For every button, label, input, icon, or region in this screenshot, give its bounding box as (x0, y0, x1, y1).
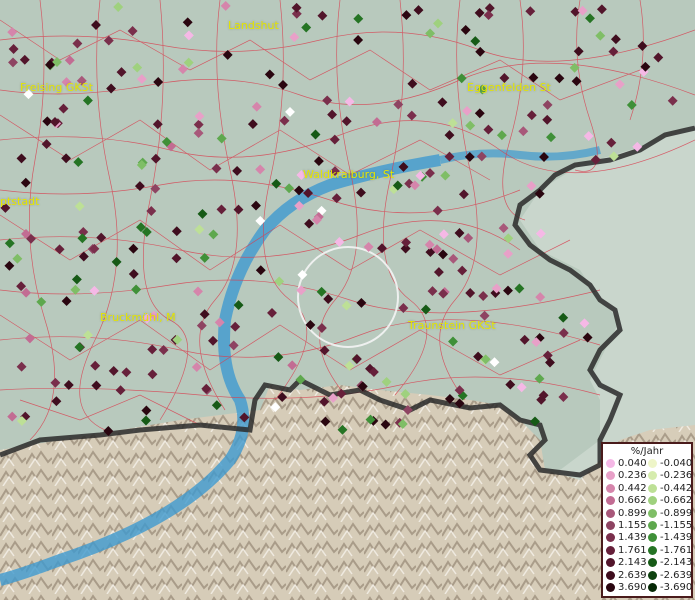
legend-swatch (648, 496, 657, 506)
legend-value: -0.662 (660, 495, 693, 507)
legend-value: -0.899 (660, 507, 693, 519)
city-label-landshut[interactable]: Landshut (228, 19, 279, 32)
legend-item-negative: -0.040 (603, 458, 693, 470)
city-label-bruckmuehl[interactable]: Bruckmühl, M (100, 311, 176, 324)
legend-swatch (648, 533, 657, 543)
legend-swatch (648, 521, 657, 530)
legend-value: -0.040 (660, 458, 693, 469)
legend-item-negative: -2.639 (603, 569, 693, 582)
legend-value: -3.690 (660, 582, 693, 593)
legend-swatch (648, 508, 657, 518)
legend-panel: %/Jahr 0.040 -0.040 0.236 -0.236 0.442 -0.442… (601, 442, 693, 598)
legend-item-negative: -0.899 (603, 507, 693, 520)
legend-value: -2.639 (660, 569, 693, 581)
legend-swatch (648, 558, 657, 568)
city-label-traunstein[interactable]: Traunstein GKSt (408, 319, 496, 332)
legend-item-negative: -3.690 (603, 582, 693, 594)
map-canvas (0, 0, 695, 600)
legend-value: -2.143 (660, 557, 693, 569)
legend-swatch (648, 471, 657, 481)
legend-item-negative: -0.442 (603, 482, 693, 495)
legend-swatch (648, 483, 657, 493)
legend-item-negative: -1.439 (603, 532, 693, 544)
legend-swatch (648, 545, 657, 555)
legend-value: -1.155 (660, 520, 693, 531)
city-label-freising[interactable]: Freising GKSt (20, 81, 93, 94)
legend-item-negative: -1.761 (603, 544, 693, 557)
map-view[interactable]: Landshut Freising GKSt Eggenfelden St Wa… (0, 0, 695, 600)
legend-value: -0.236 (660, 470, 693, 482)
legend-value: -0.442 (660, 482, 693, 494)
legend-item-negative: -0.662 (603, 495, 693, 507)
legend-item-negative: -2.143 (603, 557, 693, 569)
legend-value: -1.439 (660, 532, 693, 544)
legend-swatch (648, 459, 657, 468)
legend-swatch (648, 570, 657, 580)
city-label-waldkraiburg[interactable]: Waldkraiburg, St (303, 168, 394, 181)
river-salzach (439, 146, 601, 164)
legend-title: %/Jahr (630, 446, 664, 457)
legend-item-negative: -0.236 (603, 470, 693, 482)
legend-value: -1.761 (660, 544, 693, 556)
city-label-pfaffenhofen[interactable]: ptstadt (0, 195, 39, 208)
city-label-eggenfelden[interactable]: Eggenfelden St (467, 81, 551, 94)
legend-item-negative: -1.155 (603, 520, 693, 532)
legend-swatch (648, 583, 657, 592)
